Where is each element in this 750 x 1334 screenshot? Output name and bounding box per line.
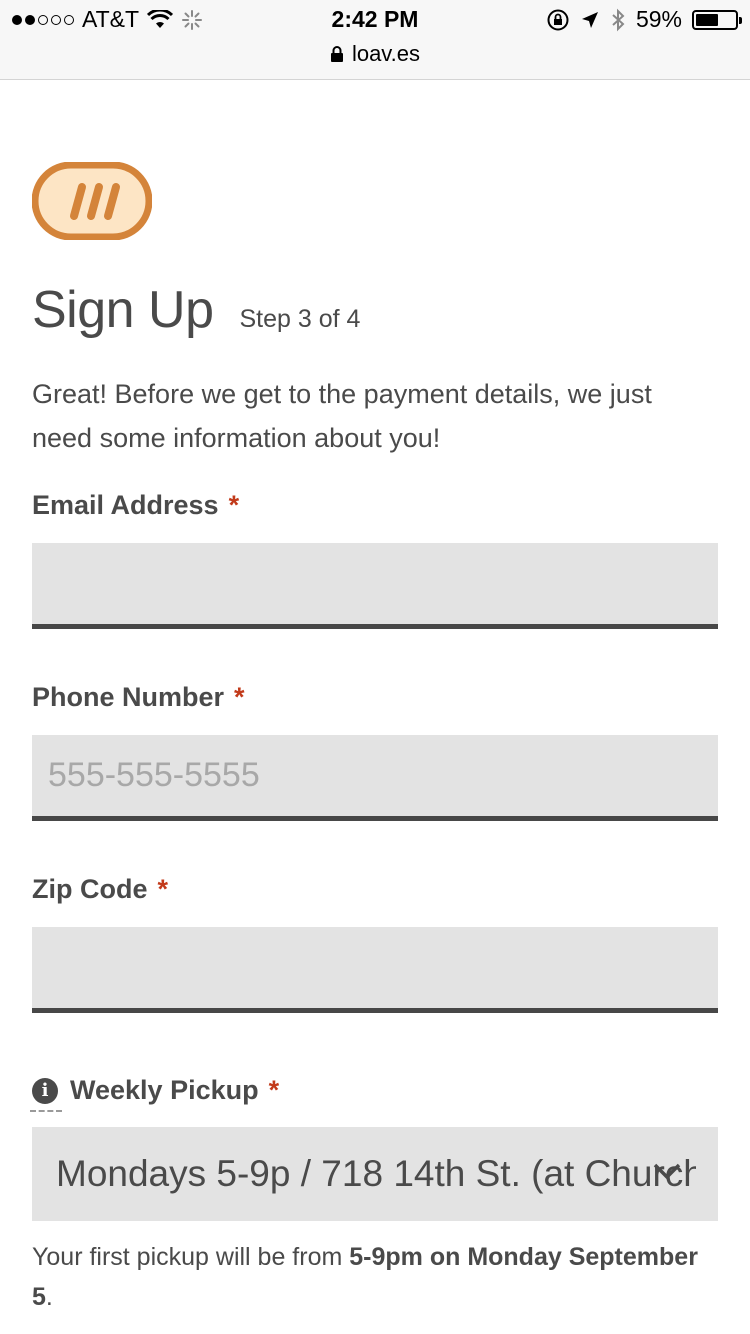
required-marker: * [234, 682, 245, 712]
page-title: Sign Up [32, 281, 214, 339]
chevron-down-icon [653, 1163, 681, 1180]
zip-label: Zip Code * [32, 874, 168, 905]
battery-percent: 59% [635, 6, 682, 32]
lock-icon [330, 46, 343, 62]
page-heading: Sign Up Step 3 of 4 [32, 280, 360, 340]
pickup-note: Your first pickup will be from 5-9pm on … [32, 1237, 718, 1317]
intro-text: Great! Before we get to the payment deta… [32, 379, 652, 453]
loaves-logo-icon[interactable] [32, 162, 152, 240]
required-marker: * [157, 874, 169, 904]
pickup-label: i Weekly Pickup * [30, 1075, 279, 1112]
pickup-note-suffix: . [45, 1283, 53, 1311]
required-marker: * [268, 1075, 280, 1105]
pickup-label-wrap: Weekly Pickup * [70, 1075, 279, 1106]
location-arrow-icon [581, 11, 598, 28]
status-bar: AT&T 2:42 PM 59% loav.es [0, 0, 750, 80]
email-label-text: Email Address [32, 490, 219, 520]
bluetooth-icon [612, 8, 625, 31]
url-text: loav.es [351, 41, 421, 66]
zip-field[interactable] [32, 927, 718, 1013]
weekly-pickup-select[interactable]: Mondays 5-9p / 718 14th St. (at Church S… [32, 1127, 718, 1221]
address-bar[interactable]: loav.es [0, 41, 750, 67]
phone-label: Phone Number * [32, 682, 245, 713]
battery-icon [692, 9, 742, 30]
status-right: 59% [546, 6, 742, 33]
required-marker: * [228, 490, 240, 520]
rotation-lock-icon [547, 9, 569, 30]
battery-level [696, 13, 719, 26]
phone-field[interactable] [32, 735, 718, 821]
email-label: Email Address * [32, 490, 239, 521]
pickup-selected-value: Mondays 5-9p / 718 14th St. (at Church S… [56, 1153, 696, 1194]
pickup-note-prefix: Your first pickup will be from [32, 1243, 350, 1271]
zip-label-text: Zip Code [32, 874, 148, 904]
phone-label-text: Phone Number [32, 682, 225, 712]
email-field[interactable] [32, 543, 718, 629]
info-icon[interactable]: i [30, 1077, 62, 1112]
step-indicator: Step 3 of 4 [239, 305, 361, 333]
pickup-label-text: Weekly Pickup [70, 1075, 259, 1105]
